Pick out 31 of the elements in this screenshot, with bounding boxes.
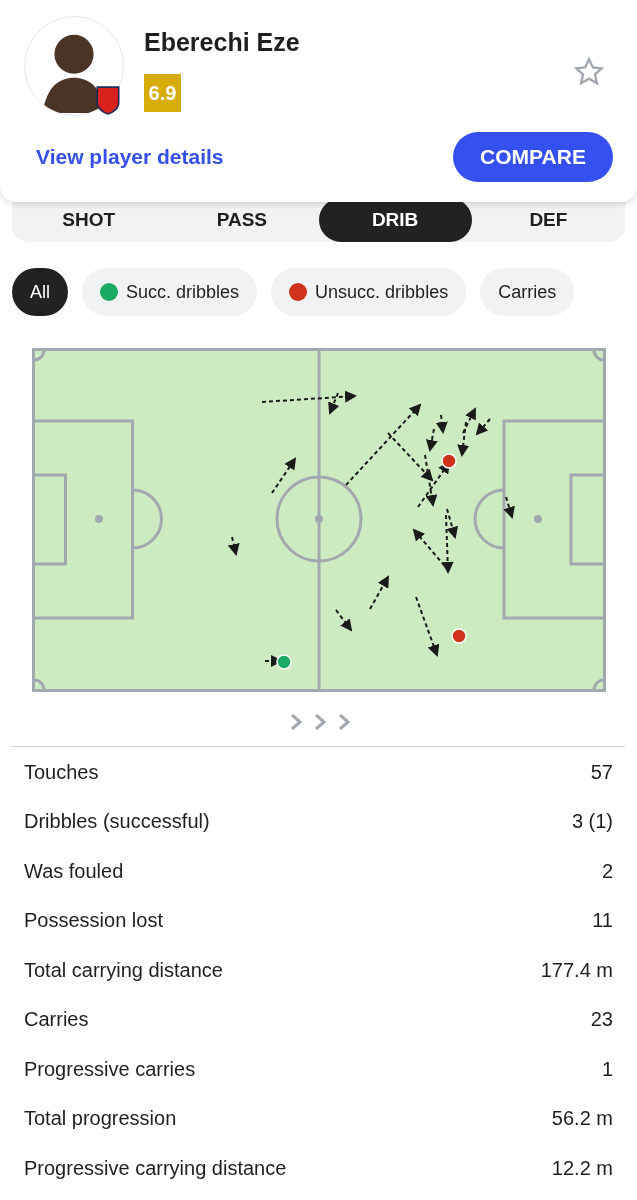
player-name: Eberechi Eze <box>144 27 301 58</box>
tab[interactable]: SHOT <box>12 198 166 242</box>
stat-value: 177.4 m <box>540 957 613 983</box>
filter-chip[interactable]: Unsucc. dribbles <box>271 268 467 316</box>
stat-value: 3 (1) <box>571 809 613 835</box>
stat-label: Progressive carries <box>24 1056 196 1082</box>
stat-label: Progressive carrying distance <box>24 1155 287 1181</box>
tab[interactable]: PASS <box>165 198 319 242</box>
rating-badge: 6.9 <box>144 73 181 112</box>
stat-value: 12.2 m <box>551 1155 613 1181</box>
stat-value: 11 <box>592 908 613 934</box>
stat-label: Possession lost <box>24 908 163 934</box>
stat-label: Dribbles (successful) <box>24 809 210 835</box>
stat-value: 23 <box>590 1007 613 1033</box>
stat-value: 57 <box>590 759 613 785</box>
stat-label: Carries <box>24 1007 89 1033</box>
compare-button[interactable]: COMPARE <box>453 132 613 182</box>
stat-label: Total progression <box>24 1106 177 1132</box>
stat-value: 1 <box>601 1056 613 1082</box>
stat-label: Total carrying distance <box>24 957 223 983</box>
player-details-link[interactable]: View player details <box>36 141 224 173</box>
stat-label: Was fouled <box>24 858 124 884</box>
favorite-icon[interactable] <box>573 56 605 88</box>
stat-value: 56.2 m <box>551 1106 613 1132</box>
filter-chip[interactable]: Carries <box>480 268 575 316</box>
stat-value: 2 <box>601 858 613 884</box>
shield-icon <box>95 85 121 115</box>
stat-label: Touches <box>24 759 99 785</box>
tab[interactable]: DEF <box>471 198 625 242</box>
filter-chip[interactable]: All <box>12 268 68 316</box>
filter-chip[interactable]: Succ. dribbles <box>82 268 258 316</box>
